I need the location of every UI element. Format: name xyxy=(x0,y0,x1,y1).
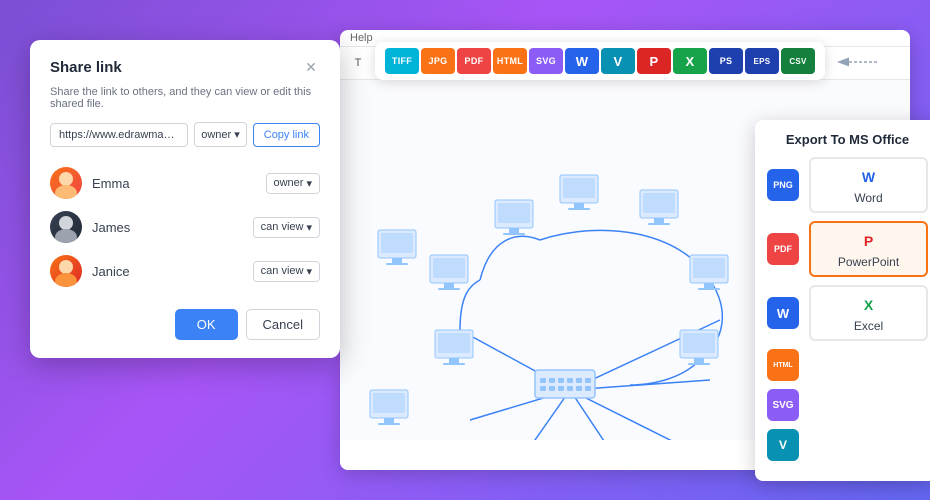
panel-row-visio: V xyxy=(767,429,928,461)
share-dialog: Share link ✕ Share the link to others, a… xyxy=(30,40,340,358)
powerpoint-button[interactable]: P PowerPoint xyxy=(809,221,928,277)
help-label: Help xyxy=(350,32,373,44)
ms-office-panel: Export To MS Office PNG W Word PDF P Pow… xyxy=(755,120,930,481)
ppt-icon: P xyxy=(857,229,881,253)
side-icon-png[interactable]: PNG xyxy=(767,169,799,201)
avatar-james xyxy=(50,211,82,243)
link-input[interactable]: https://www.edrawmax.com/online/fil xyxy=(50,123,188,147)
tool-text[interactable]: T xyxy=(348,53,368,73)
format-html[interactable]: HTML xyxy=(493,48,527,74)
format-pdf[interactable]: PDF xyxy=(457,48,491,74)
format-excel[interactable]: X xyxy=(673,48,707,74)
side-icon-pdf[interactable]: PDF xyxy=(767,233,799,265)
user-info-james: James xyxy=(50,211,130,243)
format-eps[interactable]: EPS xyxy=(745,48,779,74)
avatar-janice xyxy=(50,255,82,287)
export-toolbar: TIFF JPG PDF HTML SVG W V P X PS EPS CSV xyxy=(375,42,825,80)
word-button[interactable]: W Word xyxy=(809,157,928,213)
role-chevron-emma: ▾ xyxy=(306,177,312,190)
avatar-emma xyxy=(50,167,82,199)
role-label-james: can view xyxy=(261,221,304,233)
dialog-actions: OK Cancel xyxy=(50,309,320,340)
dialog-header: Share link ✕ xyxy=(50,58,320,76)
role-chevron-james: ▾ xyxy=(306,221,312,234)
format-csv[interactable]: CSV xyxy=(781,48,815,74)
owner-label: owner xyxy=(201,129,231,141)
side-icon-html[interactable]: HTML xyxy=(767,349,799,381)
panel-row-svg: SVG xyxy=(767,389,928,421)
format-ps[interactable]: PS xyxy=(709,48,743,74)
dialog-description: Share the link to others, and they can v… xyxy=(50,86,320,110)
word-icon: W xyxy=(857,165,881,189)
side-icon-word2[interactable]: W xyxy=(767,297,799,329)
copy-link-button[interactable]: Copy link xyxy=(253,123,320,147)
arrow-indicator xyxy=(832,52,882,77)
panel-title: Export To MS Office xyxy=(767,132,928,147)
ppt-label: PowerPoint xyxy=(838,255,899,269)
format-visio[interactable]: V xyxy=(601,48,635,74)
link-row: https://www.edrawmax.com/online/fil owne… xyxy=(50,122,320,147)
ok-button[interactable]: OK xyxy=(175,309,238,340)
role-badge-janice[interactable]: can view ▾ xyxy=(253,261,320,282)
role-label-emma: owner xyxy=(274,177,304,189)
user-name-james: James xyxy=(92,220,130,235)
role-badge-james[interactable]: can view ▾ xyxy=(253,217,320,238)
close-button[interactable]: ✕ xyxy=(302,58,320,76)
panel-row-word: PNG W Word xyxy=(767,157,928,213)
format-word[interactable]: W xyxy=(565,48,599,74)
owner-badge[interactable]: owner ▾ xyxy=(194,122,247,147)
user-info-emma: Emma xyxy=(50,167,130,199)
excel-label: Excel xyxy=(854,319,883,333)
user-name-emma: Emma xyxy=(92,176,130,191)
user-row-james: James can view ▾ xyxy=(50,205,320,249)
owner-chevron: ▾ xyxy=(234,128,240,141)
user-row-emma: Emma owner ▾ xyxy=(50,161,320,205)
format-svg[interactable]: SVG xyxy=(529,48,563,74)
cancel-button[interactable]: Cancel xyxy=(246,309,320,340)
panel-row-ppt: PDF P PowerPoint xyxy=(767,221,928,277)
panel-row-html: HTML xyxy=(767,349,928,381)
dialog-title: Share link xyxy=(50,59,122,76)
format-ppt[interactable]: P xyxy=(637,48,671,74)
user-info-janice: Janice xyxy=(50,255,130,287)
side-icon-svg[interactable]: SVG xyxy=(767,389,799,421)
excel-icon: X xyxy=(857,293,881,317)
user-name-janice: Janice xyxy=(92,264,130,279)
word-label: Word xyxy=(854,191,882,205)
format-tiff[interactable]: TIFF xyxy=(385,48,419,74)
side-icon-visio[interactable]: V xyxy=(767,429,799,461)
user-row-janice: Janice can view ▾ xyxy=(50,249,320,293)
user-list: Emma owner ▾ James can view ▾ xyxy=(50,161,320,293)
role-badge-emma[interactable]: owner ▾ xyxy=(266,173,321,194)
excel-button[interactable]: X Excel xyxy=(809,285,928,341)
format-jpg[interactable]: JPG xyxy=(421,48,455,74)
role-label-janice: can view xyxy=(261,265,304,277)
panel-row-excel: W X Excel xyxy=(767,285,928,341)
role-chevron-janice: ▾ xyxy=(306,265,312,278)
